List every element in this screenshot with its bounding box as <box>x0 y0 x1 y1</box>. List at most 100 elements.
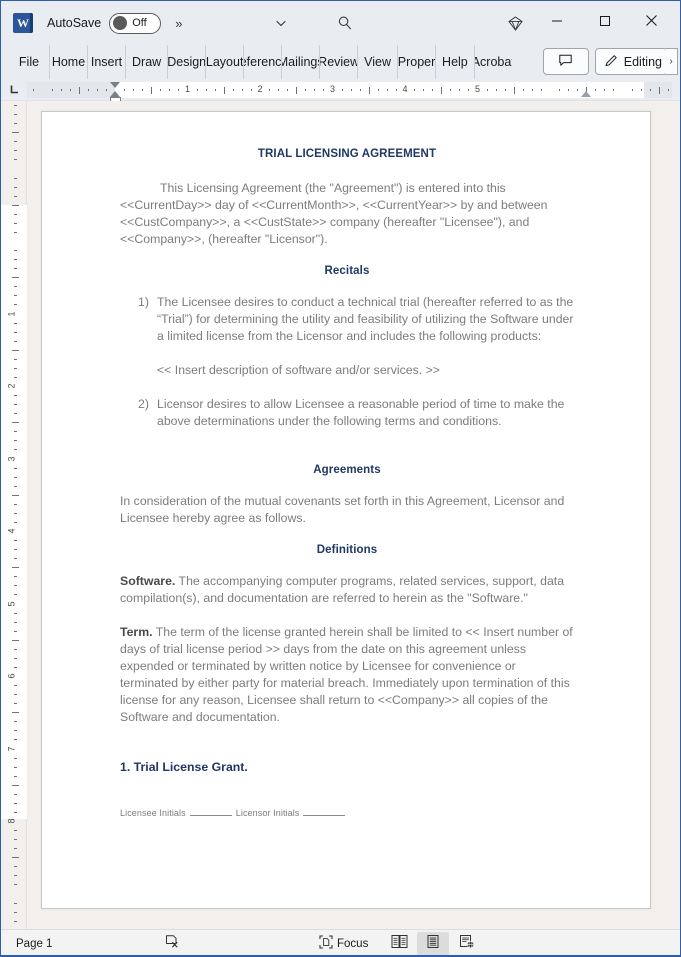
list-item-number: 1) <box>138 295 149 309</box>
autosave-label: AutoSave <box>47 16 102 30</box>
document-page[interactable]: TRIAL LICENSING AGREEMENT This Licensing… <box>41 111 651 909</box>
ruler-tick <box>395 88 397 91</box>
vruler-tick <box>14 739 17 741</box>
ruler-tick <box>124 88 126 91</box>
list-item-text: The Licensee desires to conduct a techni… <box>157 295 574 343</box>
copilot-button[interactable] <box>497 1 533 45</box>
first-line-indent-marker[interactable] <box>110 81 120 88</box>
word-logo-icon: W <box>13 13 33 33</box>
vruler-tick <box>14 811 17 813</box>
agreements-heading: Agreements <box>313 464 381 476</box>
ruler-number: 1 <box>184 83 191 94</box>
tab-references[interactable]: References <box>243 45 281 79</box>
ribbon-expand-button[interactable]: › <box>665 48 678 75</box>
web-layout-button[interactable] <box>451 932 483 956</box>
print-layout-button[interactable] <box>417 931 449 956</box>
ruler-tick <box>160 88 162 91</box>
document-canvas[interactable]: TRIAL LICENSING AGREEMENT This Licensing… <box>27 101 680 929</box>
autosave-toggle[interactable]: Off <box>109 12 162 34</box>
vertical-ruler[interactable]: 1 2 3 4 5 6 7 8 <box>1 101 27 929</box>
tab-mailings[interactable]: Mailings <box>281 45 319 79</box>
vruler-tick <box>14 413 17 415</box>
right-indent-marker[interactable] <box>581 90 592 97</box>
ruler-number: 5 <box>474 83 481 94</box>
proofing-status-button[interactable] <box>159 932 185 956</box>
vruler-tick <box>14 512 17 514</box>
vruler-tick <box>14 839 17 841</box>
quick-access-dropdown-button[interactable] <box>263 1 299 45</box>
tab-layout[interactable]: Layout <box>205 45 243 79</box>
focus-mode-button[interactable]: Focus <box>314 932 373 956</box>
editing-mode-button[interactable]: Editing <box>594 48 667 75</box>
ruler-tick <box>441 86 443 94</box>
vruler-tick <box>14 802 17 804</box>
tab-draw[interactable]: Draw <box>125 45 167 79</box>
vruler-tick <box>14 467 17 469</box>
horizontal-ruler[interactable]: 1 2 3 4 5 <box>1 79 680 103</box>
read-mode-button[interactable] <box>383 932 415 956</box>
tab-file[interactable]: File <box>9 45 49 79</box>
page-number-label: Page 1 <box>16 937 53 950</box>
vruler-tick <box>14 358 17 360</box>
vruler-tick <box>14 757 17 759</box>
search-button[interactable] <box>327 1 363 45</box>
vruler-tick <box>12 639 19 641</box>
chevron-down-icon <box>274 16 288 30</box>
toggle-knob <box>113 16 128 30</box>
list-item-number: 2) <box>138 397 149 411</box>
ruler-tick <box>540 88 542 91</box>
tab-stop-selector[interactable] <box>1 79 27 101</box>
term-label: Term. <box>120 625 153 639</box>
tab-acrobat[interactable]: Acrobat <box>473 45 512 79</box>
page-number-status[interactable]: Page 1 <box>11 932 57 956</box>
ruler-tick <box>450 88 452 91</box>
ribbon-tabs: File Home Insert Draw Design Layout Refe… <box>1 45 680 79</box>
tab-insert[interactable]: Insert <box>87 45 125 79</box>
tab-design[interactable]: Design <box>167 45 205 79</box>
term-definition: Term. The term of the license granted he… <box>120 624 574 726</box>
ruler-tick <box>133 88 135 91</box>
vruler-tick <box>14 902 17 904</box>
ruler-tick <box>296 86 298 94</box>
comments-button[interactable] <box>542 48 589 75</box>
vruler-tick <box>14 331 17 333</box>
ruler-track[interactable]: 1 2 3 4 5 <box>27 81 672 103</box>
vruler-tick <box>14 576 17 578</box>
vruler-number: 3 <box>6 455 17 462</box>
ruler-tick <box>287 88 289 91</box>
close-button[interactable] <box>628 1 674 45</box>
minimize-button[interactable] <box>534 1 580 45</box>
vruler-tick <box>14 114 17 116</box>
maximize-button[interactable] <box>582 1 628 45</box>
vruler-tick <box>14 766 17 768</box>
vruler-tick <box>14 177 17 179</box>
vruler-tick <box>14 911 17 913</box>
vruler-tick <box>14 685 17 687</box>
tab-proper[interactable]: Proper <box>397 45 435 79</box>
quick-access-more-button[interactable]: » <box>175 16 182 31</box>
tab-help[interactable]: Help <box>435 45 474 79</box>
licensor-initials-line[interactable] <box>303 815 346 816</box>
ruler-tick <box>522 88 524 91</box>
vruler-tick <box>14 123 17 125</box>
tab-review[interactable]: Review <box>319 45 357 79</box>
ruler-tick <box>577 88 579 91</box>
licensee-initials-line[interactable] <box>189 815 232 816</box>
ruler-tick <box>386 88 388 91</box>
software-definition: Software. The accompanying computer prog… <box>120 573 574 607</box>
vruler-tick <box>14 268 17 270</box>
ruler-tick <box>377 88 379 91</box>
vruler-tick <box>14 376 17 378</box>
vruler-tick <box>14 521 17 523</box>
ruler-tick <box>368 86 370 94</box>
vruler-tick <box>14 141 17 143</box>
ruler-tick <box>459 88 461 91</box>
vruler-tick <box>14 594 17 596</box>
ruler-tick <box>87 88 89 91</box>
tab-view[interactable]: View <box>357 45 397 79</box>
ruler-tick <box>486 88 488 91</box>
tab-home[interactable]: Home <box>49 45 87 79</box>
ruler-tick <box>423 88 425 91</box>
ruler-tick <box>495 88 497 91</box>
vruler-tick <box>14 830 17 832</box>
